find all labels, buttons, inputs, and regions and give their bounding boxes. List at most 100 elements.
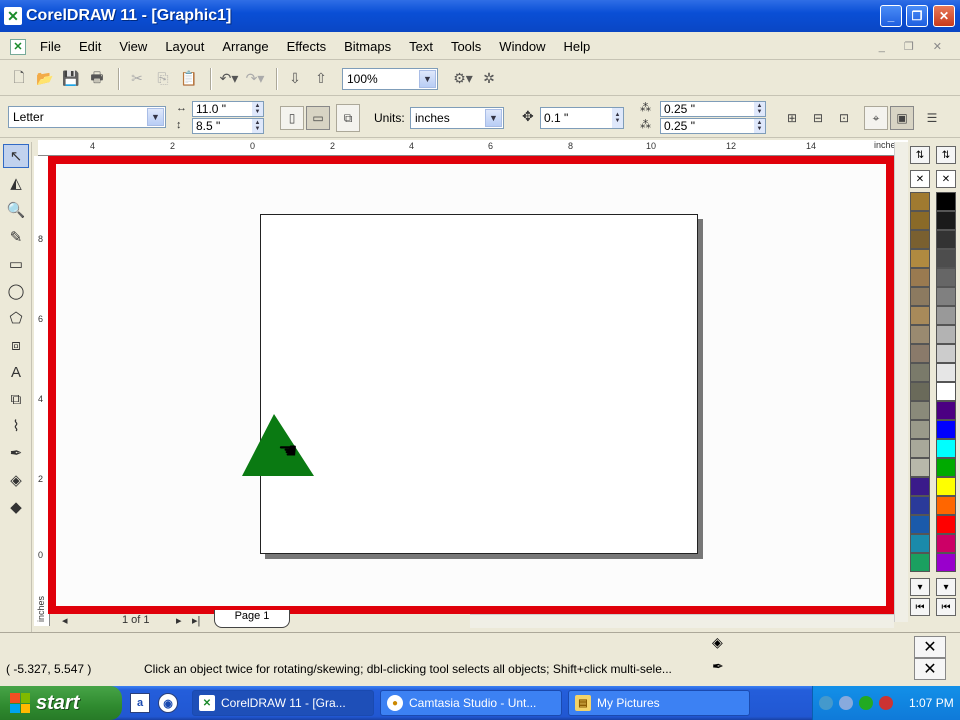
corel-online-icon[interactable]: ✲ bbox=[478, 68, 500, 90]
menu-text[interactable]: Text bbox=[409, 39, 433, 54]
fill-none-icon[interactable]: ✕ bbox=[914, 636, 946, 658]
freehand-tool-icon[interactable]: ✎ bbox=[3, 225, 29, 249]
color-swatch[interactable] bbox=[936, 306, 956, 325]
document-icon[interactable]: ✕ bbox=[10, 38, 26, 55]
taskbar-item-camtasia[interactable]: ● Camtasia Studio - Unt... bbox=[380, 690, 562, 716]
spin-arrows-icon[interactable]: ▲ ▼ bbox=[252, 119, 263, 133]
coreldraw-icon[interactable]: ✕ bbox=[4, 7, 22, 25]
color-swatch[interactable] bbox=[910, 306, 930, 325]
menu-help[interactable]: Help bbox=[564, 39, 591, 54]
landscape-button[interactable]: ▭ bbox=[306, 106, 330, 130]
units-combo[interactable]: inches ▼ bbox=[410, 107, 504, 129]
undo-icon[interactable]: ↶▾ bbox=[218, 68, 240, 90]
eyedropper-tool-icon[interactable]: ⌇ bbox=[3, 414, 29, 438]
maximize-button[interactable]: ❐ bbox=[906, 5, 928, 27]
snap-guidelines-icon[interactable]: ⊡ bbox=[832, 106, 856, 130]
color-swatch[interactable] bbox=[910, 458, 930, 477]
paste-icon[interactable]: 📋 bbox=[178, 68, 200, 90]
shape-tool-icon[interactable]: ◭ bbox=[3, 171, 29, 195]
start-button[interactable]: start bbox=[0, 686, 122, 720]
color-swatch[interactable] bbox=[910, 420, 930, 439]
color-swatch[interactable] bbox=[936, 439, 956, 458]
outline-tool-icon[interactable]: ✒ bbox=[3, 441, 29, 465]
chevron-down-icon[interactable]: ▼ bbox=[485, 109, 502, 127]
color-swatch[interactable] bbox=[910, 211, 930, 230]
color-swatch[interactable] bbox=[936, 382, 956, 401]
horizontal-ruler[interactable]: 4 2 0 2 4 6 8 10 12 14 bbox=[38, 140, 908, 156]
color-swatch[interactable] bbox=[910, 325, 930, 344]
ellipse-tool-icon[interactable]: ◯ bbox=[3, 279, 29, 303]
volume-icon[interactable] bbox=[839, 696, 853, 710]
fill-tool-icon[interactable]: ◈ bbox=[3, 468, 29, 492]
duplicate-distance-x-field[interactable]: 0.25 " ▲ ▼ bbox=[660, 101, 766, 117]
draw-objects-icon[interactable]: ⊞ bbox=[780, 106, 804, 130]
color-swatch[interactable] bbox=[936, 363, 956, 382]
rectangle-tool-icon[interactable]: ▭ bbox=[3, 252, 29, 276]
menu-file[interactable]: File bbox=[40, 39, 61, 54]
portrait-button[interactable]: ▯ bbox=[280, 106, 304, 130]
color-swatch[interactable] bbox=[910, 439, 930, 458]
color-swatch[interactable] bbox=[936, 515, 956, 534]
no-fill-swatch[interactable]: ✕ bbox=[936, 170, 956, 188]
save-icon[interactable]: 💾 bbox=[60, 68, 82, 90]
chevron-down-icon[interactable]: ▼ bbox=[419, 69, 436, 88]
color-swatch[interactable] bbox=[910, 515, 930, 534]
copy-icon[interactable]: ⎘ bbox=[152, 68, 174, 90]
cut-icon[interactable]: ✂ bbox=[126, 68, 148, 90]
export-icon[interactable]: ⇧ bbox=[310, 68, 332, 90]
snap-objects-button[interactable]: ⌖ bbox=[864, 106, 888, 130]
color-swatch[interactable] bbox=[910, 496, 930, 515]
menu-bitmaps[interactable]: Bitmaps bbox=[344, 39, 391, 54]
open-icon[interactable]: 📂 bbox=[34, 68, 56, 90]
menu-tools[interactable]: Tools bbox=[451, 39, 481, 54]
color-swatch[interactable] bbox=[910, 477, 930, 496]
drawing-canvas[interactable]: ☚ bbox=[48, 156, 894, 614]
color-swatch[interactable] bbox=[936, 192, 956, 211]
palette-first-icon[interactable]: ⏮ bbox=[910, 598, 930, 616]
color-swatch[interactable] bbox=[936, 553, 956, 572]
color-swatch[interactable] bbox=[910, 287, 930, 306]
page-tab[interactable]: Page 1 bbox=[214, 610, 290, 628]
tray-app-icon[interactable] bbox=[859, 696, 873, 710]
color-swatch[interactable] bbox=[910, 249, 930, 268]
palette-scroll-down-icon[interactable]: ▾ bbox=[910, 578, 930, 596]
color-swatch[interactable] bbox=[936, 401, 956, 420]
color-swatch[interactable] bbox=[936, 420, 956, 439]
color-swatch[interactable] bbox=[910, 363, 930, 382]
last-page-icon[interactable]: ▸| bbox=[192, 614, 200, 627]
text-tool-icon[interactable]: A bbox=[3, 360, 29, 384]
color-swatch[interactable] bbox=[936, 325, 956, 344]
color-swatch[interactable] bbox=[936, 534, 956, 553]
nudge-field[interactable]: 0.1 " ▲ ▼ bbox=[540, 107, 624, 129]
paper-type-combo[interactable]: Letter ▼ bbox=[8, 106, 166, 128]
spin-arrows-icon[interactable]: ▲ ▼ bbox=[612, 108, 623, 128]
menu-window[interactable]: Window bbox=[499, 39, 545, 54]
mdi-window-controls[interactable]: _ ❐ ✕ bbox=[879, 40, 950, 53]
chevron-down-icon[interactable]: ▼ bbox=[147, 108, 164, 126]
menu-effects[interactable]: Effects bbox=[287, 39, 327, 54]
horizontal-scrollbar[interactable] bbox=[470, 614, 894, 628]
color-swatch[interactable] bbox=[910, 553, 930, 572]
color-swatch[interactable] bbox=[936, 211, 956, 230]
palette-scroll-up-icon[interactable]: ⇅ bbox=[910, 146, 930, 164]
spin-arrows-icon[interactable]: ▲ ▼ bbox=[754, 102, 765, 116]
layout-options-button[interactable]: ⧉ bbox=[336, 104, 360, 132]
menu-arrange[interactable]: Arrange bbox=[222, 39, 268, 54]
taskbar-item-coreldraw[interactable]: ✕ CorelDRAW 11 - [Gra... bbox=[192, 690, 374, 716]
outline-indicator-icon[interactable]: ✒ bbox=[712, 658, 724, 675]
previous-page-icon[interactable]: ◂ bbox=[62, 614, 68, 627]
color-swatch[interactable] bbox=[936, 477, 956, 496]
new-document-icon[interactable]: 🗋 bbox=[8, 68, 30, 90]
color-swatch[interactable] bbox=[910, 230, 930, 249]
next-page-icon[interactable]: ▸ bbox=[176, 614, 182, 627]
page-height-field[interactable]: 8.5 " ▲ ▼ bbox=[192, 118, 264, 134]
menu-layout[interactable]: Layout bbox=[165, 39, 204, 54]
no-fill-swatch[interactable]: ✕ bbox=[910, 170, 930, 188]
palette-scroll-down-icon[interactable]: ▾ bbox=[936, 578, 956, 596]
pick-tool-icon[interactable]: ↖ bbox=[3, 144, 29, 168]
quick-launch-icon[interactable]: a bbox=[130, 693, 150, 713]
color-swatch[interactable] bbox=[910, 534, 930, 553]
application-launcher-icon[interactable]: ⚙▾ bbox=[452, 68, 474, 90]
redo-icon[interactable]: ↷▾ bbox=[244, 68, 266, 90]
page-width-field[interactable]: 11.0 " ▲ ▼ bbox=[192, 101, 264, 117]
